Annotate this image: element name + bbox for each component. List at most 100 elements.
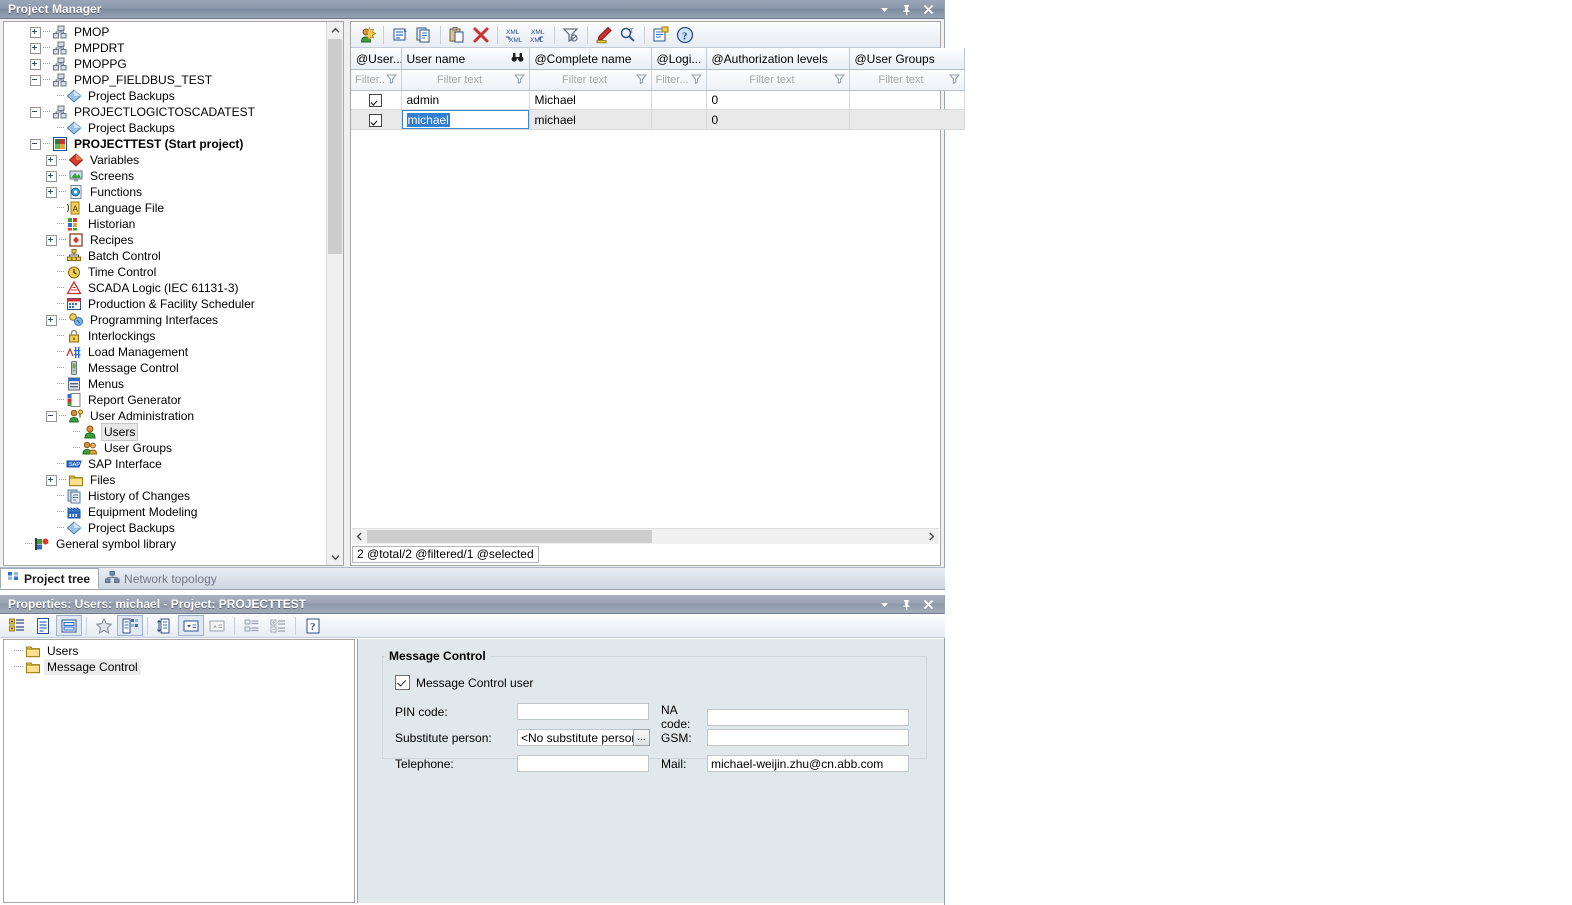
properties-tree-item-message-control[interactable]: Message Control xyxy=(4,659,354,675)
tree-item-sap-interface[interactable]: SAP SAP Interface xyxy=(4,456,327,472)
project-tree[interactable]: PMOP PMPDRT PMOPPG PMOP_FIELDBUS_TEST Projec… xyxy=(4,22,327,552)
expand-icon[interactable] xyxy=(46,314,57,326)
cell-user_name[interactable]: admin xyxy=(401,90,530,110)
tree-item-project-backups[interactable]: Project Backups xyxy=(4,520,327,536)
filter-cell-3[interactable]: Filter... xyxy=(651,69,707,91)
properties-tree[interactable]: Users Message Control xyxy=(3,639,355,903)
tree-item-equipment-modeling[interactable]: Equipment Modeling xyxy=(4,504,327,520)
expand-icon[interactable] xyxy=(46,154,57,166)
telephone-field[interactable] xyxy=(517,755,649,772)
expand-icon[interactable] xyxy=(30,42,41,54)
tree-item-pmop-fieldbus-test[interactable]: PMOP_FIELDBUS_TEST xyxy=(4,72,327,88)
expand-combo-icon[interactable] xyxy=(178,615,204,636)
expand-icon[interactable] xyxy=(30,58,41,70)
users-toolbar[interactable]: XML XML XML XML T? xyxy=(351,22,940,48)
grid-scroll-thumb[interactable] xyxy=(367,530,652,543)
project-tree-scrollarea[interactable]: PMOP PMPDRT PMOPPG PMOP_FIELDBUS_TEST Projec… xyxy=(4,22,327,565)
cell-login[interactable] xyxy=(651,109,707,130)
expand-icon[interactable] xyxy=(46,234,57,246)
dropdown-icon[interactable] xyxy=(878,3,891,16)
close-icon[interactable] xyxy=(922,598,935,611)
tree-item-time-control[interactable]: Time Control xyxy=(4,264,327,280)
pin-icon[interactable] xyxy=(900,3,913,16)
properties-icon[interactable] xyxy=(388,24,412,46)
row-checkbox-cell[interactable] xyxy=(351,109,402,130)
project-manager-tabstrip[interactable]: Project tree Network topology xyxy=(0,567,945,589)
cell-complete_name[interactable]: michael xyxy=(529,109,652,130)
tab-network-topology[interactable]: Network topology xyxy=(99,568,225,589)
tree-item-project-backups[interactable]: Project Backups xyxy=(4,88,327,104)
tree-item-general-symbol-library[interactable]: General symbol library xyxy=(4,536,327,552)
tree-item-historian[interactable]: Historian xyxy=(4,216,327,232)
tree-item-programming-interfaces[interactable]: Programming Interfaces xyxy=(4,312,327,328)
user-name-edit-input[interactable]: michael xyxy=(401,110,528,129)
tree-vertical-scrollbar[interactable] xyxy=(326,22,343,565)
tree-item-load-management[interactable]: Load Management xyxy=(4,344,327,360)
document-view-icon[interactable] xyxy=(30,615,56,636)
dropdown-icon[interactable] xyxy=(878,598,891,611)
tree-item-project-backups[interactable]: Project Backups xyxy=(4,120,327,136)
checkbox-checked-icon[interactable] xyxy=(369,94,383,108)
expand-icon[interactable] xyxy=(30,26,41,38)
users-table-filterrow[interactable]: Filter... Filter text Filter text Filter...… xyxy=(351,69,965,91)
expand-all-icon[interactable] xyxy=(265,615,291,636)
users-table-body[interactable]: admin Michael 0 michael michael 0 xyxy=(351,90,965,130)
tree-item-user-groups[interactable]: User Groups xyxy=(4,440,327,456)
tree-item-projectlogictoscadatest[interactable]: PROJECTLOGICTOSCADATEST xyxy=(4,104,327,120)
list-view-icon[interactable] xyxy=(117,615,143,636)
cell-user_groups[interactable] xyxy=(849,90,965,110)
tree-item-interlockings[interactable]: Interlockings xyxy=(4,328,327,344)
expand-icon[interactable] xyxy=(46,170,57,182)
pin-code-field[interactable] xyxy=(517,703,649,720)
tree-item-menus[interactable]: Menus xyxy=(4,376,327,392)
scroll-down-icon[interactable] xyxy=(327,549,343,565)
column-header-2[interactable]: @Complete name xyxy=(529,48,652,70)
tree-item-pmoppg[interactable]: PMOPPG xyxy=(4,56,327,72)
cell-user_groups[interactable] xyxy=(849,109,965,130)
column-header-4[interactable]: @Authorization levels xyxy=(706,48,850,70)
filter-funnel-icon[interactable] xyxy=(385,73,397,87)
row-checkbox-cell[interactable] xyxy=(351,90,402,110)
table-row[interactable]: admin Michael 0 xyxy=(351,90,965,110)
new-user-icon[interactable] xyxy=(355,24,379,46)
tree-item-pmpdrt[interactable]: PMPDRT xyxy=(4,40,327,56)
collapse-icon[interactable] xyxy=(46,410,57,422)
users-table[interactable]: @User... User name @Complete name @Logi... @… xyxy=(351,48,965,130)
filter-cell-2[interactable]: Filter text xyxy=(529,69,652,91)
tree-item-screens[interactable]: Screens xyxy=(4,168,327,184)
close-icon[interactable] xyxy=(922,3,935,16)
tree-item-users[interactable]: Users xyxy=(4,423,327,441)
tree-item-variables[interactable]: Variables xyxy=(4,152,327,168)
tree-item-history-of-changes[interactable]: History of Changes xyxy=(4,488,327,504)
scroll-left-icon[interactable] xyxy=(352,529,367,544)
xml-import-icon[interactable]: XML XML xyxy=(502,24,526,46)
column-header-0[interactable]: @User... xyxy=(351,48,402,70)
grid-horizontal-scrollbar[interactable] xyxy=(352,528,939,544)
collapse-combo-icon[interactable] xyxy=(204,615,230,636)
scroll-right-icon[interactable] xyxy=(924,529,939,544)
filter-funnel-icon[interactable] xyxy=(833,73,845,87)
list-properties-icon[interactable] xyxy=(649,24,673,46)
help-icon[interactable]: ? xyxy=(300,615,326,636)
filter-funnel-icon[interactable] xyxy=(948,73,960,87)
expand-icon[interactable] xyxy=(46,186,57,198)
properties-tree-item-users[interactable]: Users xyxy=(4,643,354,659)
tree-item-files[interactable]: Files xyxy=(4,472,327,488)
tree-item-functions[interactable]: Functions xyxy=(4,184,327,200)
edit-pencil-icon[interactable] xyxy=(592,24,616,46)
na-code-field[interactable] xyxy=(707,708,909,726)
sort-icon[interactable] xyxy=(152,615,178,636)
cell-complete_name[interactable]: Michael xyxy=(529,90,652,110)
checkbox-checked-icon[interactable] xyxy=(369,113,383,127)
paste-icon[interactable] xyxy=(445,24,469,46)
tree-item-production-facility-scheduler[interactable]: Production & Facility Scheduler xyxy=(4,296,327,312)
collapse-icon[interactable] xyxy=(30,138,41,150)
favorites-icon[interactable] xyxy=(91,615,117,636)
form-view-icon[interactable] xyxy=(56,615,82,636)
cell-user_name[interactable]: michael xyxy=(401,109,530,130)
filter-cell-1[interactable]: Filter text xyxy=(401,69,530,91)
column-header-3[interactable]: @Logi... xyxy=(651,48,707,70)
column-header-1[interactable]: User name xyxy=(401,48,530,70)
tree-item-language-file[interactable]: A Language File xyxy=(4,200,327,216)
collapse-icon[interactable] xyxy=(30,74,41,86)
